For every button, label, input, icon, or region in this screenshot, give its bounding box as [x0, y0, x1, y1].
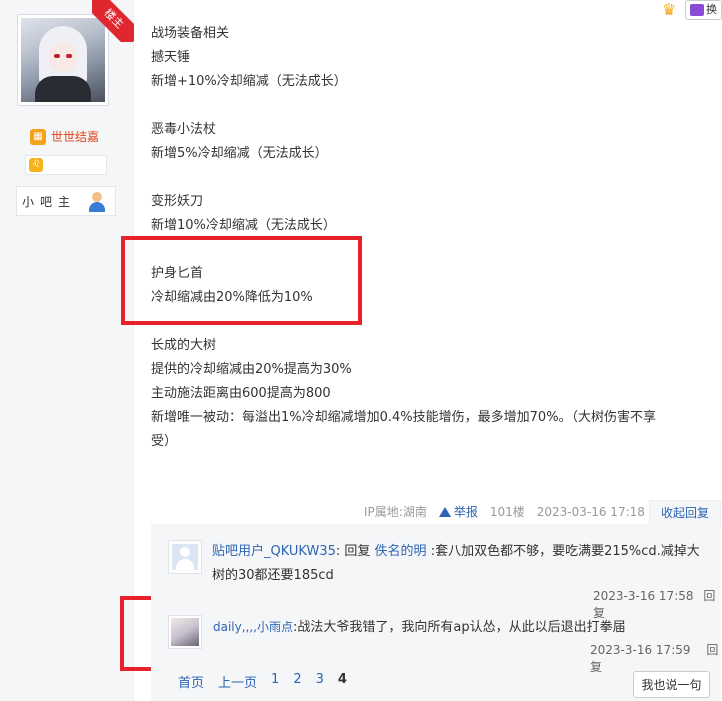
- post-line: 变形妖刀: [151, 194, 204, 209]
- post-line: 新增唯一被动：每溢出1%冷却缩减增加0.4%技能增伤，最多增加70%。（大树伤害…: [151, 410, 657, 425]
- author-username[interactable]: 世世结嘉: [51, 128, 99, 145]
- user-icon: [89, 192, 105, 212]
- floor-number: 101楼: [489, 505, 525, 519]
- pager-page[interactable]: 1: [271, 672, 279, 691]
- post-meta: IP属地:湖南 举报 101楼 2023-03-16 17:18: [364, 503, 645, 520]
- pagination: 首页 上一页 1 2 3 4: [178, 672, 347, 691]
- post-line: 受）: [151, 434, 178, 449]
- reply-time: 2023-3-16 17:59: [590, 643, 691, 657]
- reply-avatar[interactable]: [168, 540, 202, 574]
- post-line: 新增10%冷却缩减（无法成长）: [151, 218, 336, 233]
- post-line: 新增+10%冷却缩减（无法成长）: [151, 74, 347, 89]
- pager-page[interactable]: 2: [293, 672, 301, 691]
- pager-page[interactable]: 3: [316, 672, 324, 691]
- role-label: 小吧主: [22, 194, 77, 209]
- report-link[interactable]: 举报: [438, 503, 478, 520]
- zodiac-leo-icon: ♌: [29, 158, 43, 172]
- post-time: 2023-03-16 17:18: [536, 504, 645, 519]
- skin-icon: [690, 4, 704, 16]
- reply-text: daily,,,,小雨点:战法大爷我错了，我向所有ap认怂，从此以后退出打拳届: [213, 615, 713, 640]
- ip-location: IP属地:湖南: [364, 505, 427, 519]
- pager-prev[interactable]: 上一页: [218, 672, 257, 691]
- reply-time: 2023-3-16 17:58: [593, 589, 694, 603]
- post-line: 长成的大树: [151, 338, 217, 353]
- top-right-toolbar: ♛ 换: [657, 0, 722, 20]
- say-something-button[interactable]: 我也说一句: [633, 671, 710, 698]
- author-name-row[interactable]: ▦ 世世结嘉: [30, 128, 99, 145]
- post-line: 主动施法距离由600提高为800: [151, 386, 331, 401]
- reply-meta: 2023-3-16 17:59 回复: [590, 641, 721, 675]
- member-level-icon: ▦: [30, 128, 46, 145]
- op-corner-badge: 楼主: [92, 0, 134, 42]
- reply-avatar[interactable]: [168, 615, 202, 649]
- post-line: 提供的冷却缩减由20%提高为30%: [151, 362, 352, 377]
- switch-skin-button[interactable]: 换: [685, 0, 722, 20]
- reply-text: 贴吧用户_QKUKW35: 回复 佚名的明 :套八加双色都不够，要吃满要215%…: [212, 544, 700, 583]
- crown-icon[interactable]: ♛: [657, 1, 681, 19]
- pager-current: 4: [337, 672, 347, 687]
- author-sidebar: 楼主 ▦ 世世结嘉 ♌ 小吧主: [0, 0, 134, 701]
- post-line: 战场装备相关: [151, 26, 230, 41]
- warning-icon: [438, 506, 451, 517]
- post-line: 撼天锤: [151, 50, 191, 65]
- reply-body: :战法大爷我错了，我向所有ap认怂，从此以后退出打拳届: [293, 620, 626, 635]
- collapse-replies-button[interactable]: 收起回复: [649, 500, 721, 524]
- reply-target-user[interactable]: 佚名的明: [375, 544, 427, 559]
- reply-username[interactable]: 贴吧用户_QKUKW35: [212, 544, 336, 559]
- role-badge: 小吧主: [16, 186, 116, 216]
- post-line: 新增5%冷却缩减（无法成长）: [151, 146, 328, 161]
- pager-first[interactable]: 首页: [178, 672, 204, 691]
- post-line: 恶毒小法杖: [151, 122, 217, 137]
- author-badge-box: ♌: [25, 155, 107, 175]
- highlight-box-dagger: [121, 236, 362, 325]
- reply-username[interactable]: daily,,,,小雨点: [213, 620, 293, 634]
